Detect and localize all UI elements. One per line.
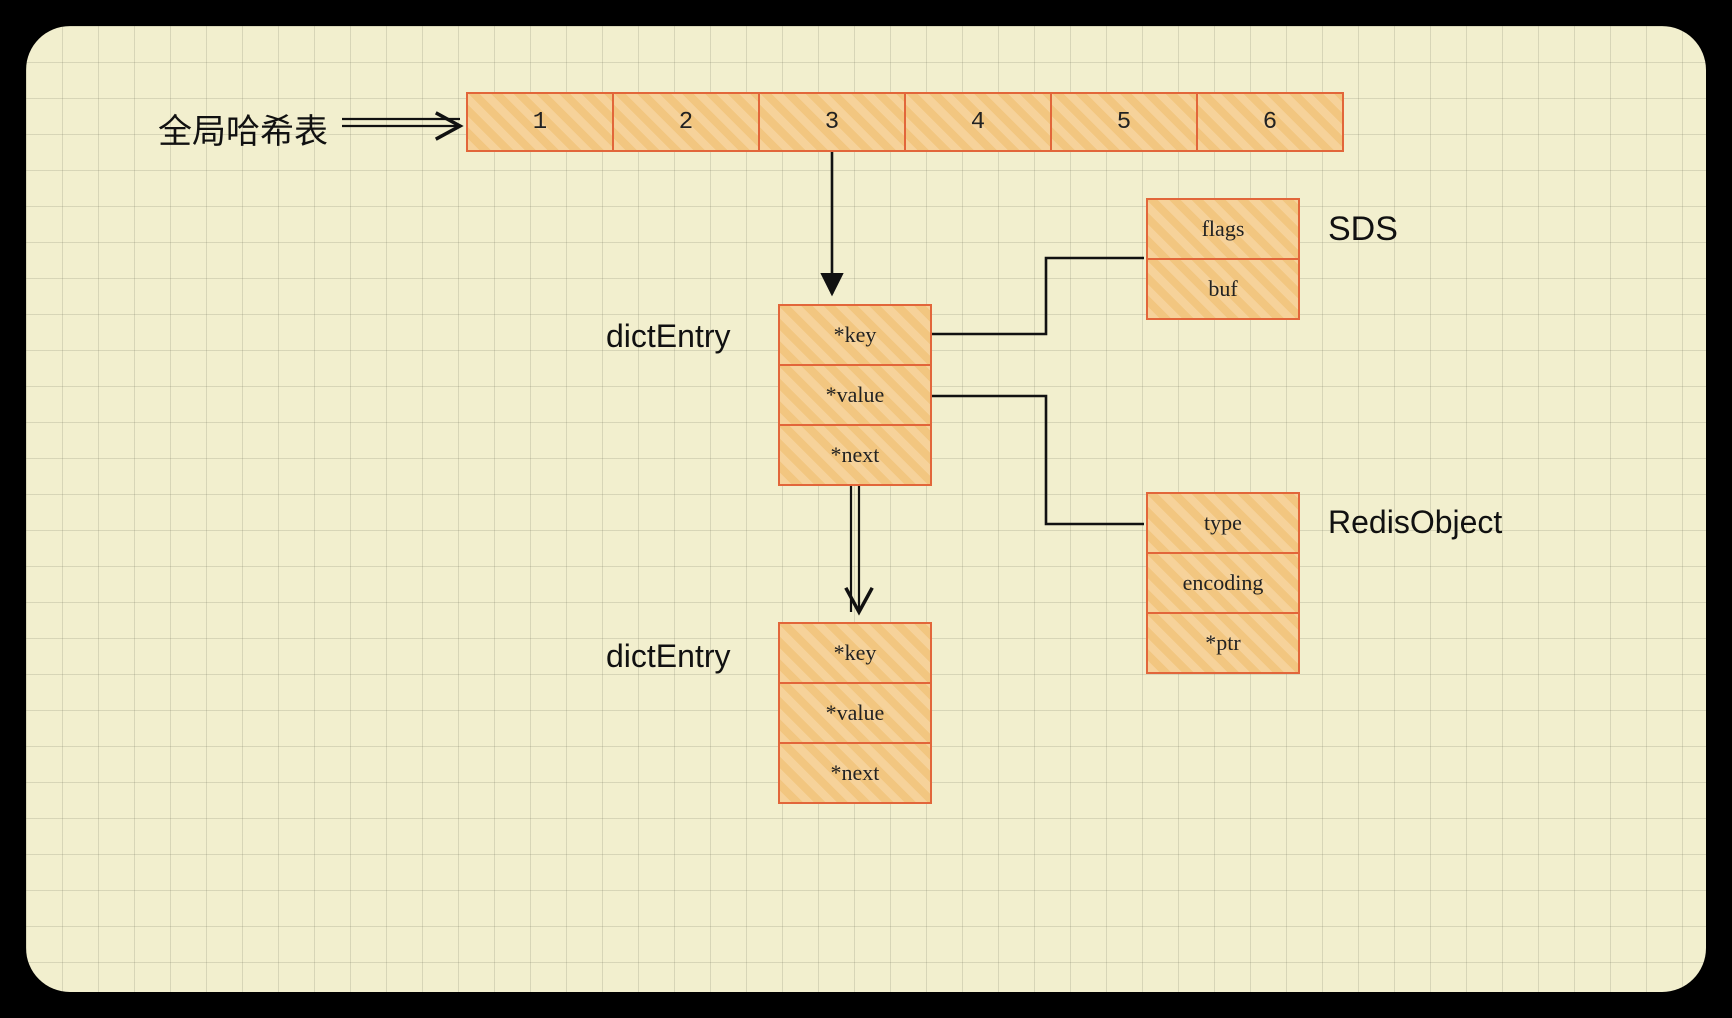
dict-entry-1-value: *value	[778, 364, 932, 426]
sds-buf: buf	[1146, 258, 1300, 320]
dict-entry-2-label: dictEntry	[606, 638, 730, 675]
dict-entry-2-value: *value	[778, 682, 932, 744]
redis-object-label: RedisObject	[1328, 504, 1502, 541]
sds-flags: flags	[1146, 198, 1300, 260]
hash-bucket-2: 2	[612, 92, 760, 152]
hash-bucket-4: 4	[904, 92, 1052, 152]
sds-struct: flags buf	[1146, 198, 1300, 320]
dict-entry-2-next: *next	[778, 742, 932, 804]
dict-entry-2: *key *value *next	[778, 622, 932, 804]
redis-object-struct: type encoding *ptr	[1146, 492, 1300, 674]
dict-entry-2-key: *key	[778, 622, 932, 684]
dict-entry-1-key: *key	[778, 304, 932, 366]
dict-entry-1-label: dictEntry	[606, 318, 730, 355]
redis-object-ptr: *ptr	[1146, 612, 1300, 674]
hash-table-row: 1 2 3 4 5 6	[466, 92, 1344, 152]
hash-bucket-5: 5	[1050, 92, 1198, 152]
sds-label: SDS	[1328, 210, 1398, 249]
hash-bucket-1: 1	[466, 92, 614, 152]
dict-entry-1-next: *next	[778, 424, 932, 486]
dict-entry-1: *key *value *next	[778, 304, 932, 486]
hash-bucket-3: 3	[758, 92, 906, 152]
diagram-canvas: 全局哈希表 1 2 3 4 5 6 dictEntry *key *value …	[26, 26, 1706, 992]
hash-table-label: 全局哈希表	[158, 104, 328, 153]
redis-object-encoding: encoding	[1146, 552, 1300, 614]
redis-object-type: type	[1146, 492, 1300, 554]
hash-bucket-6: 6	[1196, 92, 1344, 152]
